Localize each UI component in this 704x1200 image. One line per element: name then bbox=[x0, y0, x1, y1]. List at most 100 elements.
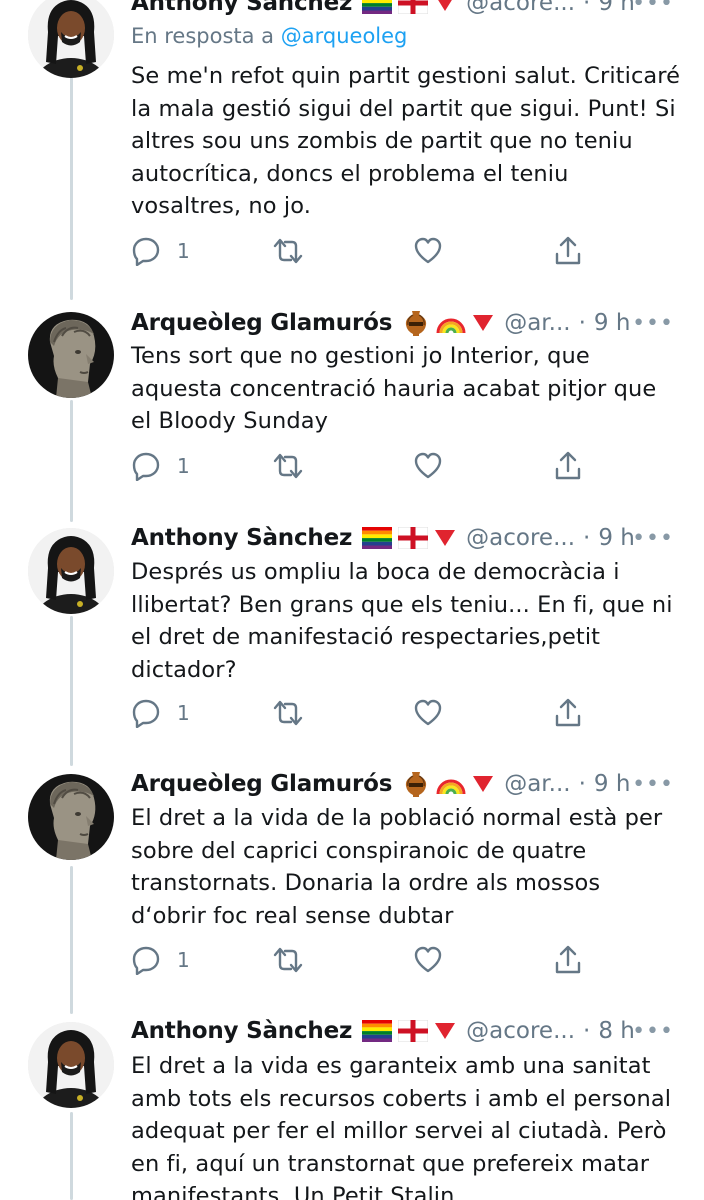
avatar-anthony-image bbox=[28, 528, 114, 614]
rainbow-flag-icon bbox=[362, 527, 393, 549]
reply-context: En resposta a @arqueoleg bbox=[131, 24, 407, 48]
reply-count: 1 bbox=[177, 948, 190, 972]
tweet-time[interactable]: 9 h bbox=[594, 310, 631, 336]
author-name[interactable]: Anthony Sànchez bbox=[131, 0, 352, 16]
reply-count: 1 bbox=[177, 701, 190, 725]
reply-icon bbox=[132, 699, 160, 728]
reply-button[interactable]: 1 bbox=[131, 448, 190, 484]
avatar[interactable] bbox=[28, 774, 114, 860]
tweet[interactable]: Arqueòleg Glamurós @ar... · 9 h ••• Tens… bbox=[0, 300, 704, 524]
reply-button[interactable]: 1 bbox=[131, 233, 190, 269]
red-triangle-icon bbox=[435, 1023, 456, 1039]
reply-button[interactable]: 1 bbox=[131, 942, 190, 978]
emoji-group bbox=[362, 527, 456, 549]
author-name[interactable]: Arqueòleg Glamurós bbox=[131, 771, 392, 797]
more-options-icon[interactable]: ••• bbox=[632, 772, 674, 797]
author-handle[interactable]: @ar... bbox=[504, 310, 570, 336]
separator-dot: · bbox=[583, 525, 591, 551]
tweet[interactable]: Arqueòleg Glamurós @ar... · 9 h ••• El d… bbox=[0, 770, 704, 1016]
avatar-statue-image bbox=[28, 774, 114, 860]
reply-icon bbox=[132, 452, 160, 481]
reply-count: 1 bbox=[177, 454, 190, 478]
england-flag-icon bbox=[398, 0, 429, 14]
like-button[interactable] bbox=[413, 695, 443, 731]
like-button[interactable] bbox=[413, 233, 443, 269]
author-handle[interactable]: @acore... bbox=[466, 0, 575, 16]
heart-icon bbox=[414, 946, 442, 973]
tweet[interactable]: Anthony Sànchez @acore... · 8 h ••• El d… bbox=[0, 1016, 704, 1200]
avatar-anthony-image bbox=[28, 1022, 114, 1108]
retweet-icon bbox=[273, 453, 303, 479]
red-triangle-icon bbox=[438, 0, 453, 11]
tweet[interactable]: Anthony Sànchez @acore... · 9 h ••• En r… bbox=[0, 0, 704, 300]
red-triangle-icon bbox=[435, 530, 456, 546]
separator-dot: · bbox=[578, 310, 586, 336]
share-icon bbox=[555, 698, 581, 727]
reply-icon bbox=[132, 946, 160, 975]
tweet-text: Se me'n refot quin partit gestioni salut… bbox=[131, 63, 681, 219]
retweet-icon bbox=[273, 700, 303, 726]
tweet-text: El dret a la vida es garanteix amb una s… bbox=[131, 1053, 672, 1200]
tweet-header: Anthony Sànchez @acore... · 9 h ••• bbox=[131, 0, 704, 20]
tweet-header: Anthony Sànchez @acore... · 9 h ••• bbox=[131, 521, 704, 555]
heart-icon bbox=[414, 452, 442, 479]
amphora-icon bbox=[406, 772, 427, 797]
avatar[interactable] bbox=[28, 528, 114, 614]
tweet-time[interactable]: 9 h bbox=[598, 525, 635, 551]
tweet-time[interactable]: 8 h bbox=[598, 1018, 635, 1044]
more-options-icon[interactable]: ••• bbox=[632, 311, 674, 336]
more-options-icon[interactable]: ••• bbox=[632, 526, 674, 551]
reply-button[interactable]: 1 bbox=[131, 695, 190, 731]
reply-icon bbox=[132, 237, 160, 266]
retweet-button[interactable] bbox=[271, 695, 305, 731]
tweet-text: Després us ompliu la boca de democràcia … bbox=[131, 559, 673, 683]
retweet-icon bbox=[273, 947, 303, 973]
author-name[interactable]: Anthony Sànchez bbox=[131, 1018, 352, 1044]
tweet-text: Tens sort que no gestioni jo Interior, q… bbox=[131, 343, 657, 434]
amphora-icon bbox=[406, 311, 427, 336]
share-button[interactable] bbox=[553, 942, 583, 978]
heart-icon bbox=[414, 699, 442, 726]
author-handle[interactable]: @ar... bbox=[504, 771, 570, 797]
tweet-time[interactable]: 9 h bbox=[598, 0, 635, 16]
tweet-actions: 1 bbox=[131, 233, 601, 269]
like-button[interactable] bbox=[413, 448, 443, 484]
author-handle[interactable]: @acore... bbox=[466, 525, 575, 551]
more-options-icon[interactable]: ••• bbox=[632, 0, 674, 16]
avatar-statue-image bbox=[28, 312, 114, 398]
tweet-header: Arqueòleg Glamurós @ar... · 9 h ••• bbox=[131, 767, 704, 801]
emoji-group bbox=[402, 309, 494, 337]
reply-to-label: En resposta a bbox=[131, 24, 275, 48]
avatar[interactable] bbox=[28, 312, 114, 398]
author-name[interactable]: Arqueòleg Glamurós bbox=[131, 310, 392, 336]
avatar[interactable] bbox=[28, 1022, 114, 1108]
tweet-time[interactable]: 9 h bbox=[594, 771, 631, 797]
reply-mention-link[interactable]: @arqueoleg bbox=[281, 24, 408, 48]
separator-dot: · bbox=[583, 0, 591, 16]
avatar[interactable] bbox=[28, 0, 114, 78]
retweet-icon bbox=[273, 238, 303, 264]
share-button[interactable] bbox=[553, 233, 583, 269]
rainbow-icon bbox=[436, 779, 466, 795]
share-button[interactable] bbox=[553, 695, 583, 731]
tweet-actions: 1 bbox=[131, 695, 601, 731]
retweet-button[interactable] bbox=[271, 448, 305, 484]
share-icon bbox=[555, 945, 581, 974]
reply-count: 1 bbox=[177, 239, 190, 263]
red-triangle-icon bbox=[473, 776, 494, 792]
tweet[interactable]: Anthony Sànchez @acore... · 9 h ••• Desp… bbox=[0, 524, 704, 770]
emoji-group bbox=[362, 1020, 456, 1042]
rainbow-flag-icon bbox=[362, 0, 393, 14]
retweet-button[interactable] bbox=[271, 942, 305, 978]
england-flag-icon bbox=[398, 1020, 429, 1042]
rainbow-icon bbox=[436, 318, 466, 334]
author-handle[interactable]: @acore... bbox=[466, 1018, 575, 1044]
heart-icon bbox=[414, 237, 442, 264]
tweet-header: Anthony Sànchez @acore... · 8 h ••• bbox=[131, 1016, 704, 1048]
more-options-icon[interactable]: ••• bbox=[632, 1019, 674, 1044]
like-button[interactable] bbox=[413, 942, 443, 978]
separator-dot: · bbox=[578, 771, 586, 797]
author-name[interactable]: Anthony Sànchez bbox=[131, 525, 352, 551]
retweet-button[interactable] bbox=[271, 233, 305, 269]
share-button[interactable] bbox=[553, 448, 583, 484]
